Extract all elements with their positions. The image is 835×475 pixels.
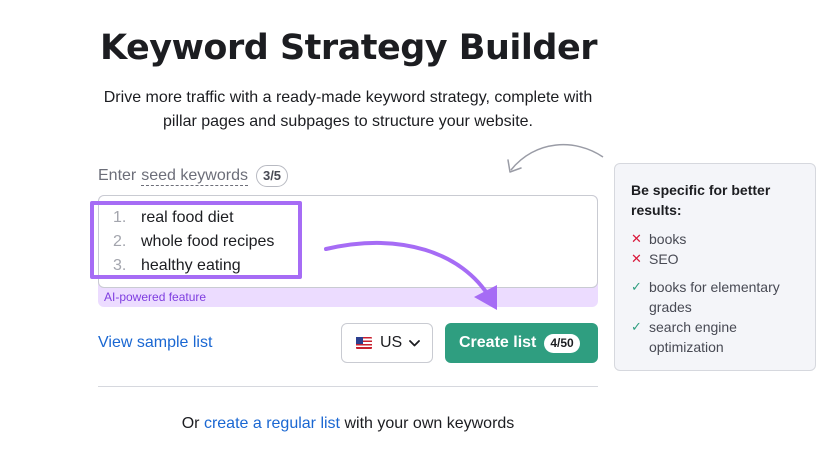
cross-icon: ✕ xyxy=(631,251,642,266)
view-sample-list-link[interactable]: View sample list xyxy=(98,334,212,352)
country-select[interactable]: US xyxy=(341,323,433,363)
tips-title: Be specific for better results: xyxy=(631,182,771,218)
tip-text: books for elementary grades xyxy=(649,279,780,315)
tip-good-item: ✓ books for elementary grades xyxy=(631,277,801,317)
tips-panel: Be specific for better results: ✕ books … xyxy=(614,163,816,371)
tip-text: books xyxy=(649,231,687,247)
tip-pointer-arrowhead xyxy=(507,159,522,173)
tip-bad-item: ✕ SEO xyxy=(631,249,801,269)
seed-count-badge: 3/5 xyxy=(255,165,289,187)
check-icon: ✓ xyxy=(631,279,642,294)
divider xyxy=(98,386,598,387)
seed-keywords-label: Enter seed keywords 3/5 xyxy=(98,165,289,187)
tip-good-item: ✓ search engine optimization xyxy=(631,317,801,357)
seed-keywords-tooltip-link[interactable]: seed keywords xyxy=(141,167,248,186)
page-title: Keyword Strategy Builder xyxy=(100,28,597,68)
cross-icon: ✕ xyxy=(631,231,642,246)
us-flag-icon xyxy=(356,337,372,349)
footer-suffix: with your own keywords xyxy=(344,415,515,432)
list-count-badge: 4/50 xyxy=(544,333,580,353)
create-list-label: Create list xyxy=(459,334,537,351)
country-value: US xyxy=(380,334,403,351)
check-icon: ✓ xyxy=(631,319,642,334)
tip-text: SEO xyxy=(649,251,679,267)
create-list-button[interactable]: Create list 4/50 xyxy=(445,323,598,363)
footer-prefix: Or xyxy=(181,415,200,432)
page-subtitle: Drive more traffic with a ready-made key… xyxy=(103,89,593,130)
tip-pointer-arrow xyxy=(510,144,604,171)
create-regular-list-link[interactable]: create a regular list xyxy=(204,415,340,432)
footer-text: Or create a regular list with your own k… xyxy=(98,415,598,433)
ai-powered-label: AI-powered feature xyxy=(104,290,207,304)
seed-label-prefix: Enter xyxy=(98,167,137,184)
keywords-highlight-box xyxy=(90,201,302,279)
tip-text: search engine optimization xyxy=(649,319,737,355)
tip-bad-item: ✕ books xyxy=(631,229,801,249)
chevron-down-icon xyxy=(409,334,421,352)
